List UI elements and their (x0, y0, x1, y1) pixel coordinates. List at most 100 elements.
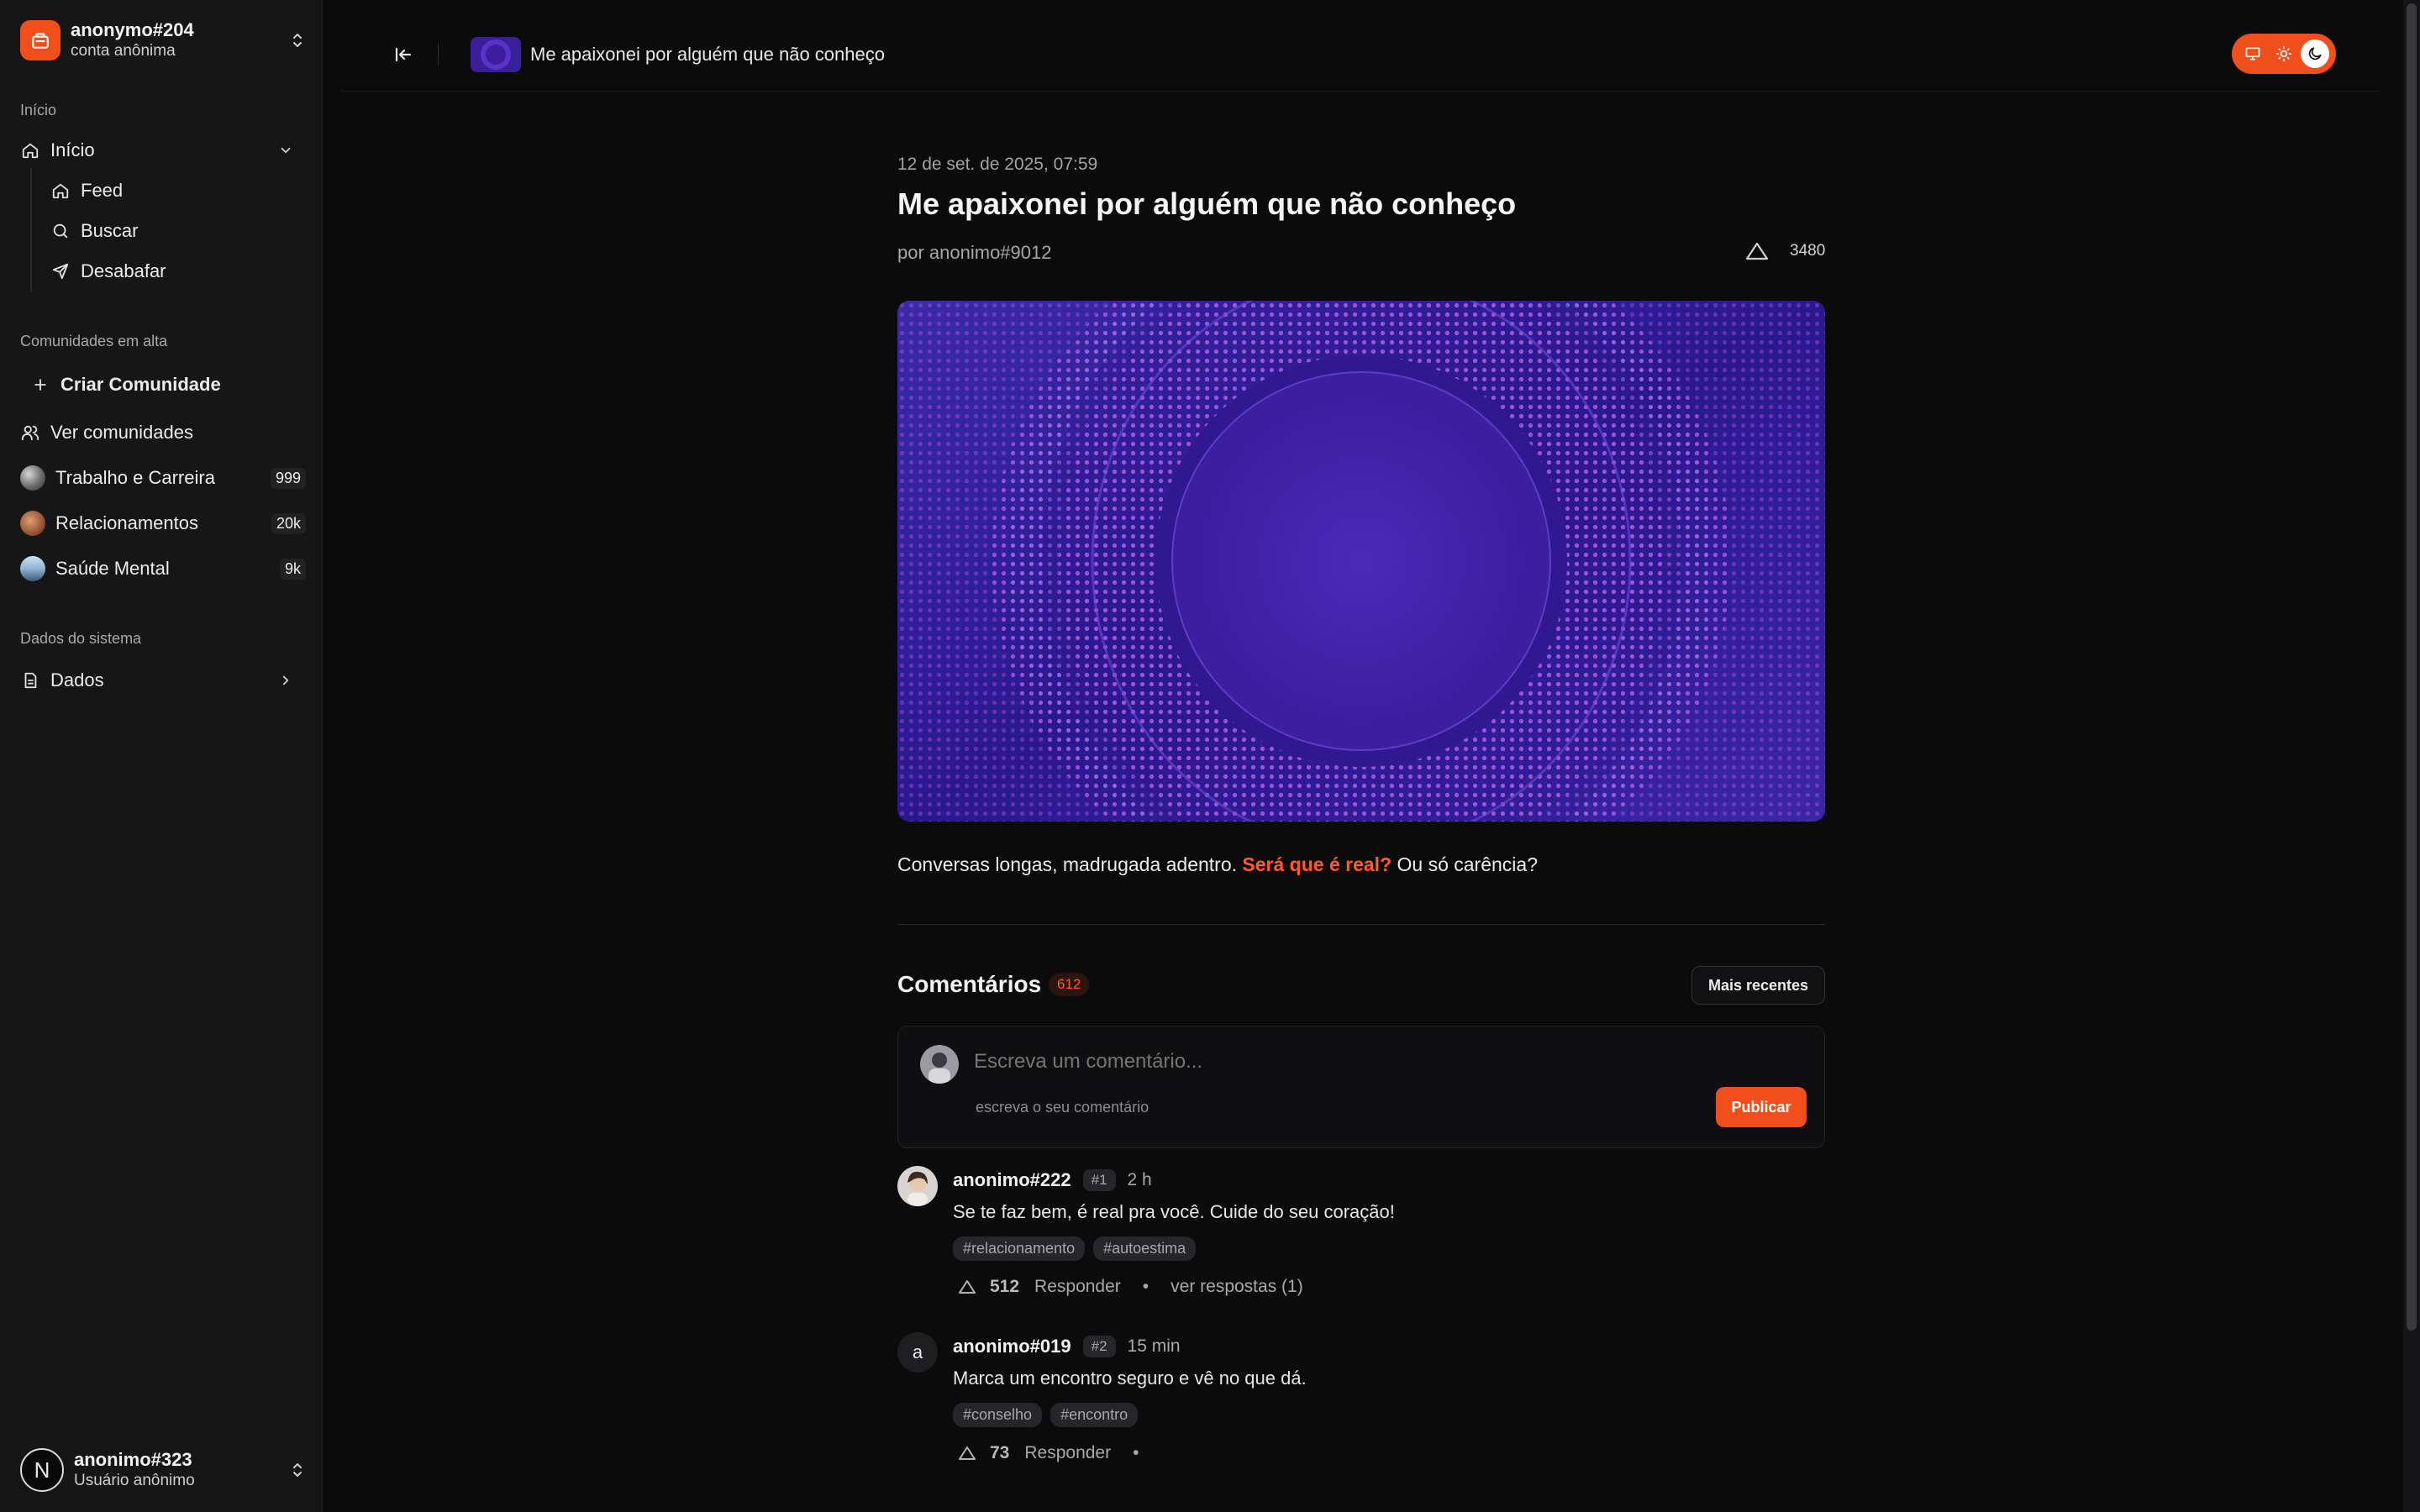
upvote-icon[interactable] (958, 1446, 976, 1461)
community-count-badge: 20k (271, 512, 306, 534)
send-icon (50, 261, 71, 281)
comment-tag[interactable]: #conselho (953, 1403, 1043, 1427)
comment-item: anonimo#222 #1 2 h Se te faz bem, é real… (897, 1166, 1825, 1309)
page-title: Me apaixonei por alguém que não conheço (530, 44, 885, 65)
post-body: Conversas longas, madrugada adentro. Ser… (897, 853, 1538, 876)
reply-button[interactable]: Responder (1024, 1443, 1111, 1463)
community-avatar (20, 465, 45, 491)
community-item-trabalho[interactable]: Trabalho e Carreira 999 (20, 461, 306, 495)
comment-author[interactable]: anonimo#019 (953, 1336, 1071, 1357)
sidebar-item-inicio[interactable]: Início (20, 134, 306, 167)
sort-comments-button[interactable]: Mais recentes (1691, 966, 1825, 1005)
submenu-guide-line (30, 168, 32, 292)
comments-count-badge: 612 (1049, 973, 1090, 996)
community-avatar (20, 511, 45, 536)
community-count-badge: 999 (270, 467, 306, 489)
monitor-icon[interactable] (2238, 39, 2267, 68)
comment-item: a anonimo#019 #2 15 min Marca um encontr… (897, 1332, 1825, 1475)
separator-dot: • (1133, 1443, 1139, 1462)
publish-button[interactable]: Publicar (1716, 1087, 1807, 1127)
sidebar-item-buscar[interactable]: Buscar (50, 214, 302, 248)
upvote-icon (1745, 242, 1769, 260)
divider (438, 44, 439, 66)
sidebar-item-label: Desabafar (81, 260, 166, 281)
post-image (897, 301, 1825, 822)
chevrons-up-down-icon (289, 1457, 306, 1483)
comment-tag[interactable]: #relacionamento (953, 1236, 1086, 1261)
avatar[interactable]: a (897, 1332, 938, 1373)
theme-toggle[interactable] (2232, 34, 2336, 74)
comment-time: 2 h (1127, 1170, 1152, 1189)
sidebar: anonymo#204 conta anônima Início Início … (0, 0, 323, 1512)
comment-author[interactable]: anonimo#222 (953, 1169, 1071, 1191)
sidebar-item-dados[interactable]: Dados (20, 664, 306, 697)
comment-tag[interactable]: #autoestima (1093, 1236, 1197, 1261)
comments-heading: Comentários (897, 971, 1042, 997)
comment-text: Se te faz bem, é real pra você. Cuide do… (953, 1201, 1395, 1222)
avatar: N (20, 1448, 64, 1492)
comment-vote-count: 512 (990, 1277, 1020, 1296)
account-name: anonymo#204 (71, 19, 194, 40)
avatar (920, 1045, 959, 1084)
moon-icon[interactable] (2301, 39, 2330, 68)
sidebar-item-label: Feed (81, 180, 124, 201)
divider (897, 924, 1825, 925)
comment-composer: escreva o seu comentário Publicar (897, 1026, 1825, 1148)
community-name: Trabalho e Carreira (55, 467, 215, 488)
home-icon (20, 140, 40, 160)
post-title: Me apaixonei por alguém que não conheço (897, 186, 1517, 221)
app-logo-icon (20, 20, 60, 60)
arrow-left-to-line-icon (395, 47, 412, 62)
upvote-icon[interactable] (958, 1279, 976, 1294)
section-label-system: Dados do sistema (20, 630, 142, 647)
community-item-saude-mental[interactable]: Saúde Mental 9k (20, 552, 306, 585)
comment-time: 15 min (1127, 1336, 1181, 1356)
file-text-icon (20, 670, 40, 690)
chevron-down-icon (276, 140, 296, 160)
sidebar-item-label: Ver comunidades (50, 422, 193, 443)
search-icon (50, 221, 71, 241)
chevron-right-icon (276, 670, 296, 690)
comment-text: Marca um encontro seguro e vê no que dá. (953, 1368, 1307, 1389)
view-replies-link[interactable]: ver respostas (1) (1171, 1277, 1303, 1297)
account-subtitle: conta anônima (71, 42, 176, 60)
top-bar: Me apaixonei por alguém que não conheço (341, 0, 2380, 92)
post-vote[interactable]: 3480 (1744, 237, 1825, 265)
create-community-button[interactable]: Criar Comunidade (30, 368, 316, 402)
post-body-text-end: Ou só carência? (1397, 853, 1538, 875)
section-label-communities: Comunidades em alta (20, 333, 168, 349)
section-label-home: Início (20, 102, 57, 118)
sun-icon[interactable] (2270, 39, 2298, 68)
plus-icon (30, 375, 50, 395)
comment-tag[interactable]: #encontro (1050, 1403, 1139, 1427)
comment-hint: escreva o seu comentário (976, 1099, 1150, 1116)
sidebar-item-label: Dados (50, 669, 104, 690)
chevrons-up-down-icon (289, 28, 306, 53)
sidebar-item-label: Início (50, 139, 95, 160)
users-icon (20, 423, 40, 443)
community-avatar (20, 556, 45, 581)
separator-dot: • (1142, 1277, 1150, 1296)
community-name: Relacionamentos (55, 512, 198, 533)
user-name: anonimo#323 (74, 1449, 192, 1470)
comment-input[interactable] (974, 1047, 1730, 1077)
collapse-sidebar-button[interactable] (388, 42, 418, 67)
sidebar-item-feed[interactable]: Feed (50, 174, 302, 207)
post-author[interactable]: por anonimo#9012 (897, 242, 1051, 264)
create-community-label: Criar Comunidade (60, 374, 221, 395)
community-count-badge: 9k (279, 558, 306, 580)
post-body-text: Conversas longas, madrugada adentro. (897, 853, 1238, 875)
community-item-relacionamentos[interactable]: Relacionamentos 20k (20, 507, 306, 540)
community-name: Saúde Mental (55, 558, 170, 579)
comment-vote-count: 73 (990, 1443, 1010, 1462)
user-menu[interactable]: N anonimo#323 Usuário anônimo (20, 1446, 306, 1494)
reply-button[interactable]: Responder (1034, 1277, 1121, 1297)
scrollbar-thumb[interactable] (2407, 3, 2417, 1331)
account-switcher[interactable]: anonymo#204 conta anônima (20, 18, 306, 62)
post-vote-count: 3480 (1790, 242, 1826, 260)
sidebar-item-ver-comunidades[interactable]: Ver comunidades (20, 416, 306, 449)
sidebar-item-desabafar[interactable]: Desabafar (50, 255, 302, 288)
avatar[interactable] (897, 1166, 938, 1206)
post-date: 12 de set. de 2025, 07:59 (897, 155, 1098, 174)
post-body-highlight: Será que é real? (1242, 853, 1392, 875)
